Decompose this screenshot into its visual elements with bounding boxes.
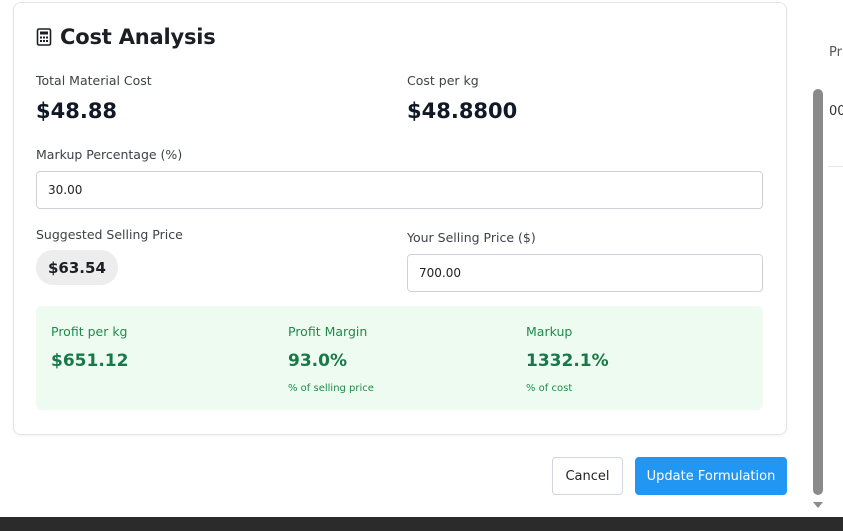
markup-value: 1332.1% [526,351,609,371]
scrollbar-thumb[interactable] [813,89,823,495]
card-title: Cost Analysis [60,25,216,49]
dialog-viewport: Pr 00 Cost Analysis Total Material Cost … [0,0,843,517]
markup-label: Markup [526,324,573,339]
markup-percentage-label: Markup Percentage (%) [36,147,183,162]
total-material-cost-value: $48.88 [36,99,118,123]
background-divider [828,166,843,167]
scroll-down-arrow-icon[interactable] [813,502,823,508]
card-header: Cost Analysis [36,25,216,49]
cost-analysis-card: Cost Analysis Total Material Cost $48.88… [13,2,787,435]
profit-per-kg-value: $651.12 [51,351,129,371]
cost-per-kg-label: Cost per kg [407,73,479,88]
suggested-price-label: Suggested Selling Price [36,227,183,242]
markup-percentage-input[interactable] [36,171,763,209]
profit-per-kg-label: Profit per kg [51,324,128,339]
your-selling-price-input[interactable] [407,254,763,292]
calculator-icon [36,28,52,46]
profit-margin-value: 93.0% [288,351,347,371]
profit-margin-label: Profit Margin [288,324,368,339]
profit-summary: Profit per kg $651.12 Profit Margin 93.0… [36,306,763,410]
your-selling-price-label: Your Selling Price ($) [407,230,536,245]
cost-per-kg-value: $48.8800 [407,99,518,123]
window-bottom-edge [0,517,843,531]
vertical-scrollbar[interactable] [811,0,826,517]
cancel-button[interactable]: Cancel [552,457,623,495]
suggested-price-chip: $63.54 [36,250,118,285]
background-text: Pr [829,45,842,60]
update-formulation-button[interactable]: Update Formulation [635,457,787,495]
total-material-cost-label: Total Material Cost [36,73,152,88]
background-text: 00 [829,104,843,119]
profit-margin-note: % of selling price [288,383,374,394]
markup-note: % of cost [526,383,573,394]
